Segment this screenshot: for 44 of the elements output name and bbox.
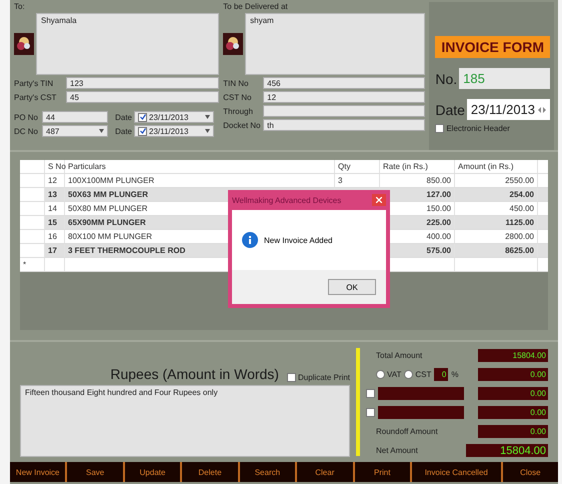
table-cell: 12 <box>45 174 65 187</box>
section-label: To be Delivered at <box>223 2 289 11</box>
field-label: Total Amount <box>376 351 422 360</box>
table-cell: 17 <box>45 244 65 257</box>
table-cell: 450.00 <box>455 202 538 215</box>
checkbox-label: Electronic Header <box>446 124 510 133</box>
form-title: INVOICE FORM <box>435 36 550 58</box>
table-cell: 850.00 <box>380 174 455 187</box>
table-cell: 16 <box>45 230 65 243</box>
column-header: Amount (in Rs.) <box>455 160 538 173</box>
field-label: CST No <box>223 92 252 102</box>
table-cell: 15 <box>45 216 65 229</box>
field-label: Date <box>435 102 465 118</box>
table-cell: 254.00 <box>455 188 538 201</box>
field-label: Roundoff Amount <box>376 427 438 436</box>
field-label: Docket No <box>223 120 262 130</box>
percent-sign: % <box>451 370 458 379</box>
table-cell: 100X100MM PLUNGER <box>65 174 335 187</box>
row-marker: * <box>20 258 45 271</box>
column-header: Rate (in Rs.) <box>380 160 455 173</box>
field-label: TIN No <box>223 78 250 88</box>
section-label: To: <box>14 2 26 11</box>
table-cell: 14 <box>45 202 65 215</box>
field-label: No. <box>435 70 458 86</box>
section-heading: Rupees (Amount in Words) <box>110 366 279 382</box>
column-header: Qty <box>335 160 380 173</box>
dialog-message: New Invoice Added <box>264 236 332 244</box>
field-label: PO No <box>14 112 40 122</box>
field-label: Party's CST <box>14 92 58 102</box>
field-label: Date <box>114 126 132 136</box>
field-label: Net Amount <box>376 446 418 455</box>
table-cell: 2800.00 <box>455 230 538 243</box>
table-cell: 13 <box>45 188 65 201</box>
table-cell: 1125.00 <box>455 216 538 229</box>
table-cell: 3 <box>335 174 380 187</box>
field-label: Party's TIN <box>14 78 54 88</box>
checkbox-label: Duplicate Print <box>298 373 350 382</box>
field-label: DC No <box>14 126 40 136</box>
column-header: S No <box>45 160 65 173</box>
field-label: Date <box>114 112 132 122</box>
table-cell: 8625.00 <box>455 244 538 257</box>
table-cell: 2550.00 <box>455 174 538 187</box>
field-label: Through <box>223 106 254 116</box>
column-header: Particulars <box>65 160 335 173</box>
